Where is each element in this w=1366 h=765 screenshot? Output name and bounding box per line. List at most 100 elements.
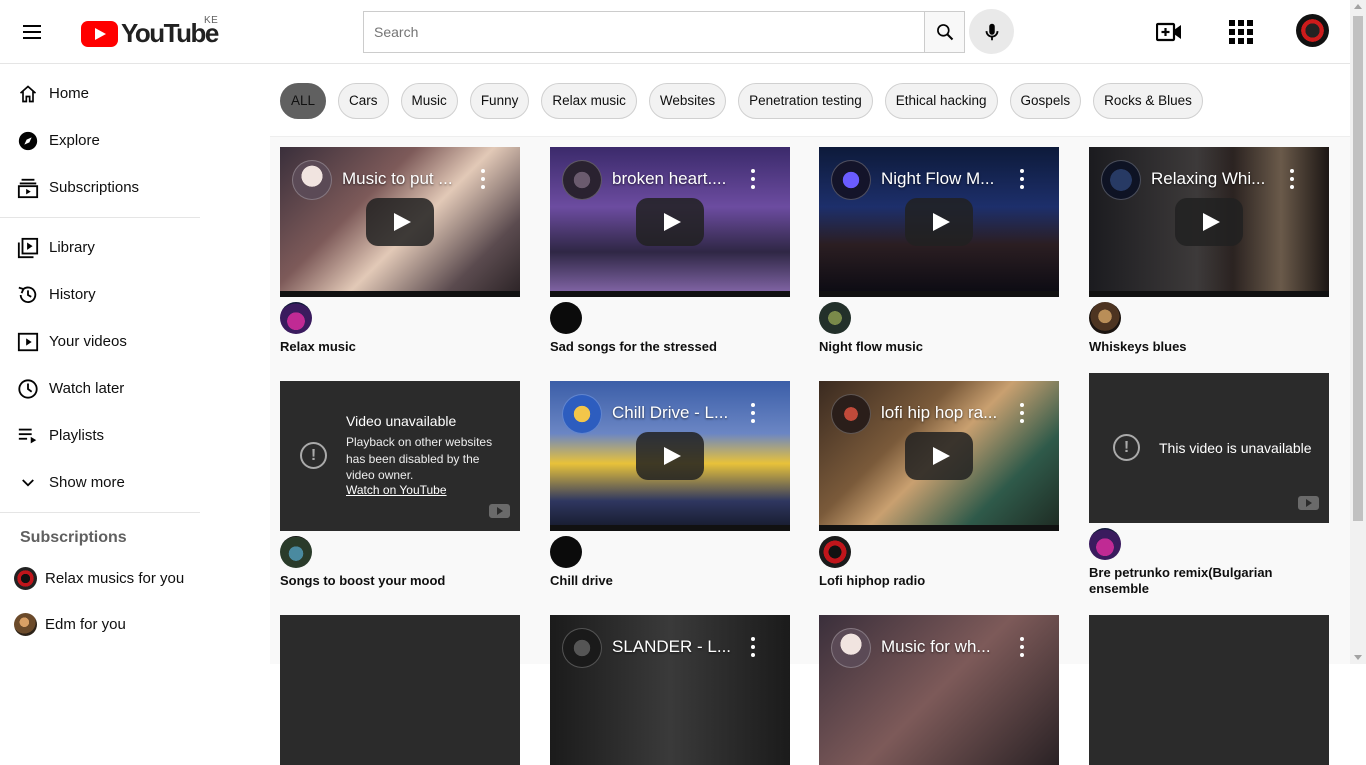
subscription-item[interactable]: Edm for you — [0, 601, 200, 647]
video-title[interactable]: Songs to boost your mood — [280, 573, 520, 589]
channel-avatar[interactable] — [280, 536, 312, 568]
channel-logo — [831, 628, 871, 668]
sidebar-item-library[interactable]: Library — [0, 224, 200, 271]
video-card: Night Flow M... Night flow music — [819, 147, 1059, 355]
scroll-up-arrow-icon[interactable] — [1354, 4, 1362, 9]
chip-cars[interactable]: Cars — [338, 82, 389, 119]
subscription-item[interactable]: Relax musics for you — [0, 555, 200, 601]
video-title[interactable]: Relax music — [280, 339, 520, 355]
youtube-small-logo-icon[interactable] — [1298, 496, 1319, 510]
play-button-icon[interactable] — [905, 198, 973, 246]
channel-avatar[interactable] — [550, 536, 582, 568]
channel-avatar[interactable] — [819, 302, 851, 334]
video-thumbnail[interactable]: Music for wh... — [819, 615, 1059, 765]
sidebar-divider — [0, 512, 200, 513]
video-thumbnail[interactable]: broken heart.... — [550, 147, 790, 297]
chip-relax-music[interactable]: Relax music — [541, 82, 637, 119]
chip-websites[interactable]: Websites — [648, 82, 727, 119]
video-title[interactable]: Sad songs for the stressed — [550, 339, 790, 355]
account-avatar[interactable] — [1296, 14, 1329, 47]
chip-rocks-blues[interactable]: Rocks & Blues — [1093, 82, 1203, 119]
sidebar-item-explore[interactable]: Explore — [0, 117, 200, 164]
sidebar-item-playlists[interactable]: Playlists — [0, 412, 200, 459]
video-thumbnail[interactable]: SLANDER - L... — [550, 615, 790, 765]
sidebar-item-watch-later[interactable]: Watch later — [0, 365, 200, 412]
channel-avatar[interactable] — [1089, 528, 1121, 560]
play-button-icon[interactable] — [636, 432, 704, 480]
microphone-icon — [985, 23, 998, 40]
top-bar: YouTube KE — [0, 0, 1350, 64]
more-options-icon[interactable] — [477, 169, 489, 189]
video-thumbnail[interactable]: lofi hip hop ra... — [819, 381, 1059, 531]
chip-gospels[interactable]: Gospels — [1009, 82, 1082, 119]
thumbnail-bottom-bar — [550, 525, 790, 531]
channel-avatar[interactable] — [550, 302, 582, 334]
sidebar-item-label: Subscriptions — [49, 179, 140, 196]
hamburger-menu-icon[interactable] — [14, 14, 50, 50]
channel-avatar[interactable] — [1089, 302, 1121, 334]
video-title[interactable]: Whiskeys blues — [1089, 339, 1329, 355]
video-thumbnail[interactable] — [280, 615, 520, 765]
video-thumbnail[interactable]: Night Flow M... — [819, 147, 1059, 297]
main-content: ALL Cars Music Funny Relax music Website… — [270, 65, 1350, 765]
sidebar-item-show-more[interactable]: Show more — [0, 459, 200, 506]
video-overlay-title: broken heart.... — [612, 169, 727, 188]
library-icon — [16, 236, 40, 260]
watch-on-youtube-link[interactable]: Watch on YouTube — [346, 483, 447, 497]
more-options-icon[interactable] — [747, 169, 759, 189]
sidebar-item-label: History — [49, 286, 96, 303]
thumbnail-bottom-bar — [280, 291, 520, 297]
more-options-icon[interactable] — [1016, 637, 1028, 657]
search-icon — [936, 24, 953, 41]
sidebar-item-subscriptions[interactable]: Subscriptions — [0, 164, 200, 211]
apps-button[interactable] — [1223, 14, 1259, 50]
chip-music[interactable]: Music — [400, 82, 458, 119]
play-button-icon[interactable] — [905, 432, 973, 480]
video-card: SLANDER - L... — [550, 615, 790, 765]
channel-avatar[interactable] — [280, 302, 312, 334]
youtube-play-logo-icon — [81, 20, 118, 47]
sidebar-item-history[interactable]: History — [0, 271, 200, 318]
create-video-button[interactable] — [1151, 14, 1187, 50]
more-options-icon[interactable] — [747, 403, 759, 423]
video-thumbnail[interactable]: Music to put ... — [280, 147, 520, 297]
video-card: broken heart.... Sad songs for the stres… — [550, 147, 790, 355]
sidebar-item-your-videos[interactable]: Your videos — [0, 318, 200, 365]
video-thumbnail[interactable]: Relaxing Whi... — [1089, 147, 1329, 297]
video-thumbnail[interactable]: Chill Drive - L... — [550, 381, 790, 531]
youtube-small-logo-icon[interactable] — [489, 504, 510, 518]
play-button-icon[interactable] — [1175, 198, 1243, 246]
chip-ethical-hacking[interactable]: Ethical hacking — [884, 82, 998, 119]
youtube-logo[interactable]: YouTube KE — [81, 15, 219, 49]
more-options-icon[interactable] — [1016, 403, 1028, 423]
filter-chips-bar: ALL Cars Music Funny Relax music Website… — [270, 65, 1350, 137]
more-options-icon[interactable] — [747, 637, 759, 657]
voice-search-button[interactable] — [969, 9, 1014, 54]
video-camera-plus-icon — [1156, 22, 1181, 42]
more-options-icon[interactable] — [1286, 169, 1298, 189]
channel-avatar[interactable] — [819, 536, 851, 568]
more-options-icon[interactable] — [1016, 169, 1028, 189]
chip-all[interactable]: ALL — [280, 82, 327, 119]
play-button-icon[interactable] — [636, 198, 704, 246]
channel-logo — [831, 394, 871, 434]
search-input[interactable] — [363, 11, 924, 53]
sidebar-item-home[interactable]: Home — [0, 70, 200, 117]
chip-penetration-testing[interactable]: Penetration testing — [738, 82, 873, 119]
thumbnail-bottom-bar — [1089, 291, 1329, 297]
scrollbar-thumb[interactable] — [1353, 16, 1363, 521]
chip-funny[interactable]: Funny — [469, 82, 530, 119]
sidebar-item-label: Playlists — [49, 427, 105, 444]
video-card: Relaxing Whi... Whiskeys blues — [1089, 147, 1329, 355]
channel-avatar — [14, 612, 37, 636]
clock-icon — [16, 377, 40, 401]
play-button-icon[interactable] — [366, 198, 434, 246]
scroll-down-arrow-icon[interactable] — [1354, 655, 1362, 660]
video-thumbnail[interactable] — [1089, 615, 1329, 765]
video-title[interactable]: Lofi hiphop radio — [819, 573, 1059, 589]
video-title[interactable]: Night flow music — [819, 339, 1059, 355]
video-title[interactable]: Chill drive — [550, 573, 790, 589]
search-button[interactable] — [924, 11, 965, 53]
video-title[interactable]: Bre petrunko remix(Bulgarian ensemble — [1089, 565, 1329, 597]
page-scrollbar[interactable] — [1350, 0, 1366, 664]
